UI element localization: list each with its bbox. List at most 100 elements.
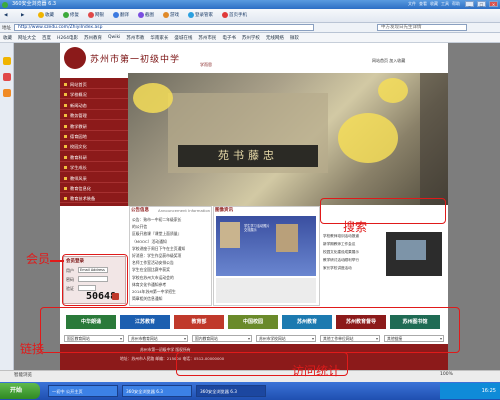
blossom-shape: [133, 83, 173, 113]
fav-item[interactable]: 苏州市民: [198, 35, 216, 41]
nav-item[interactable]: 教育科研: [60, 153, 128, 162]
nav-item[interactable]: 教育信息化: [60, 184, 128, 193]
album-photo: [220, 222, 240, 248]
school-logo: [64, 47, 86, 69]
menu-help[interactable]: 帮助: [452, 1, 460, 7]
nav-item[interactable]: 学生成长: [60, 163, 128, 173]
mail-icon[interactable]: [3, 89, 11, 97]
banner-image: 苑书藤忠: [128, 73, 448, 206]
weibo-icon[interactable]: [3, 73, 11, 81]
nav-item[interactable]: 网站首页: [60, 80, 128, 89]
menu-view[interactable]: 查看: [419, 1, 427, 7]
toolbar-favorites[interactable]: 收藏: [36, 10, 56, 21]
album-photo: [276, 224, 298, 252]
minimize-button[interactable]: _: [465, 1, 474, 7]
fav-item[interactable]: 盛城在线: [174, 35, 192, 41]
forward-button[interactable]: ▶: [19, 10, 31, 21]
banner-plaque: 苑书藤忠: [178, 145, 318, 167]
fav-item[interactable]: 百度: [42, 35, 51, 41]
announcement-item[interactable]: 2014年苏州第一中学招生: [132, 289, 176, 295]
bank-icon: [88, 11, 94, 18]
announcement-item[interactable]: 学生在全国比赛中获奖: [132, 267, 170, 273]
zoom-level[interactable]: 100%: [440, 372, 453, 377]
announcement-item[interactable]: （MOOC）活动通知: [132, 239, 167, 245]
nav-item[interactable]: 教学教研: [60, 122, 128, 131]
nav-item[interactable]: 教育技术装备: [60, 194, 128, 204]
browser-search-input[interactable]: 中方发现日先生详情: [377, 24, 467, 31]
album-title: 图像资讯: [215, 208, 233, 213]
fav-item[interactable]: 微软: [290, 35, 299, 41]
fav-item[interactable]: 苏州教育: [84, 35, 102, 41]
fav-item[interactable]: 苏州市教: [126, 35, 144, 41]
browser-side-strip: [0, 43, 14, 370]
star-icon[interactable]: [3, 57, 11, 65]
taskbar-item[interactable]: 一初中 公开主页: [48, 385, 118, 397]
news-item[interactable]: 校园文化建设成果展示: [323, 250, 359, 255]
fav-item[interactable]: 网址大全: [18, 35, 36, 41]
blossom-shape: [378, 78, 408, 103]
taskbar-item-active[interactable]: 360安全浏览器 6.3: [196, 385, 266, 397]
fav-item[interactable]: H264电影: [57, 35, 78, 41]
browser-toolbar: ◀ ▶ 收藏 修复 网银 翻译 截图 游戏 登录管家 首页手机: [0, 9, 500, 23]
member-annotation: 会员: [26, 252, 51, 266]
toolbar-bank[interactable]: 网银: [86, 10, 106, 21]
favorites-bar: 收藏 网址大全 百度 H264电影 苏州教育 Qwiki 苏州市教 华南家长 盛…: [0, 33, 500, 43]
right-video-thumb[interactable]: [386, 232, 442, 276]
announcement-item[interactable]: 简章相关信息通知: [132, 296, 162, 302]
announcement-item[interactable]: 区级开放课『课堂上面质量』: [132, 231, 181, 237]
search-annotation: 搜索: [343, 220, 368, 234]
start-button[interactable]: 开始: [0, 383, 40, 399]
fav-item[interactable]: 电子书: [222, 35, 236, 41]
close-button[interactable]: ×: [489, 1, 498, 7]
maximize-button[interactable]: □: [477, 1, 486, 7]
nav-item[interactable]: 德育园地: [60, 132, 128, 141]
nav-item[interactable]: 学校概况: [60, 90, 128, 100]
search-highlight-box: [320, 198, 446, 224]
fav-item[interactable]: 无线网络: [266, 35, 284, 41]
scissors-icon: [138, 11, 144, 18]
school-name: 苏州市第一初级中学: [90, 55, 181, 65]
fav-item[interactable]: 苏州学校: [242, 35, 260, 41]
menu-file[interactable]: 文件: [408, 1, 416, 7]
toolbar-games[interactable]: 游戏: [161, 10, 181, 21]
window-controls: _ □ ×: [465, 1, 498, 7]
taskbar-item[interactable]: 360安全浏览器 6.3: [122, 385, 192, 397]
fav-item[interactable]: 华南家长: [150, 35, 168, 41]
toolbar-translate[interactable]: 翻译: [111, 10, 131, 21]
album-image[interactable]: 学生学习活动照片交流展示: [216, 216, 316, 276]
translate-icon: [113, 11, 119, 18]
toolbar-login-manager[interactable]: 登录管家: [186, 10, 215, 21]
menu-favorites[interactable]: 收藏: [430, 1, 438, 7]
address-label: 地址: [2, 25, 11, 31]
announcement-item[interactable]: 公告：致市一中初二年级家长: [132, 217, 181, 223]
announcement-item[interactable]: 好消息：学生作品获市级奖项: [132, 253, 181, 259]
announcement-item[interactable]: 名师工作室活动安排公告: [132, 260, 174, 266]
announcement-item[interactable]: 学校讲座于周日下午在主页通知: [132, 246, 185, 252]
url-input[interactable]: http://www.szedu.com/ZhiyiIndex.asp: [14, 24, 314, 31]
nav-item[interactable]: 校园文化: [60, 142, 128, 152]
announcement-item[interactable]: 体育文化节通知参考: [132, 282, 166, 288]
news-item[interactable]: 新学期教师工作会议: [323, 242, 355, 247]
nav-item[interactable]: 教师风采: [60, 174, 128, 183]
toolbar-mobile[interactable]: 首页手机: [220, 10, 249, 21]
announcement-item[interactable]: 学校在苏州大市运动会的: [132, 275, 174, 281]
nav-item[interactable]: 教务管理: [60, 111, 128, 121]
announcement-item[interactable]: 的公开信: [132, 224, 147, 230]
toolbar-screenshot[interactable]: 截图: [136, 10, 156, 21]
fav-item[interactable]: 收藏: [3, 35, 12, 41]
menu-tools[interactable]: 工具: [441, 1, 449, 7]
browser-title: 360安全浏览器 6.3: [12, 1, 57, 7]
key-icon: [188, 11, 194, 18]
address-bar: 地址 http://www.szedu.com/ZhiyiIndex.asp 中…: [0, 23, 500, 33]
nav-item[interactable]: 新闻动态: [60, 101, 128, 110]
header-links[interactable]: 网站首页 加入收藏: [372, 58, 405, 64]
news-item[interactable]: 教学研讨活动顺利举行: [323, 258, 359, 263]
news-item[interactable]: 家长学校讲座活动: [323, 266, 352, 271]
fav-item[interactable]: Qwiki: [108, 35, 120, 40]
member-highlight-box: [62, 254, 128, 306]
system-tray-clock: 16:25: [440, 383, 500, 399]
star-icon: [38, 11, 44, 18]
toolbar-repair[interactable]: 修复: [61, 10, 81, 21]
blossom-shape: [338, 113, 398, 163]
back-button[interactable]: ◀: [2, 10, 14, 21]
